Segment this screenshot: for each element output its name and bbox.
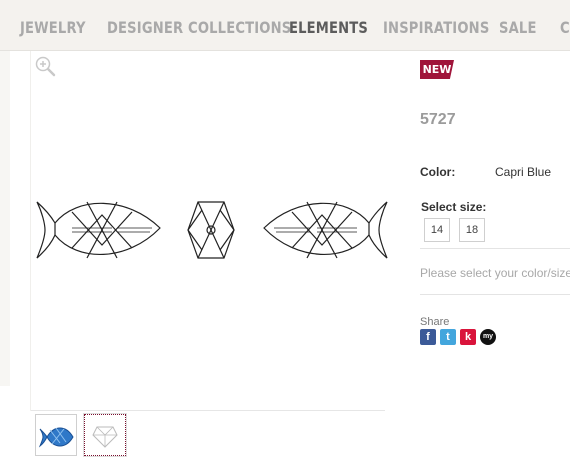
- facebook-icon[interactable]: f: [420, 329, 436, 345]
- nav-item-elements[interactable]: ELEMENTS: [289, 18, 368, 37]
- twitter-icon[interactable]: t: [440, 329, 456, 345]
- nav-item-jewelry[interactable]: JEWELRY: [20, 18, 86, 37]
- thumbnail-drawing[interactable]: [83, 413, 127, 457]
- product-sku: 5727: [420, 111, 456, 128]
- nav-item-truncated[interactable]: C: [560, 18, 570, 37]
- product-technical-drawing: [36, 201, 388, 259]
- top-navigation: JEWELRY DESIGNER COLLECTIONS ELEMENTS IN…: [0, 0, 570, 51]
- blue-fish-bead-image: [38, 427, 74, 448]
- nav-item-sale[interactable]: SALE: [499, 18, 537, 37]
- size-option-18[interactable]: 18: [459, 218, 485, 242]
- nav-item-designer-collections[interactable]: DESIGNER COLLECTIONS: [107, 18, 291, 37]
- zoom-in-icon[interactable]: [34, 55, 56, 77]
- thumbnail-divider: [31, 410, 385, 411]
- new-badge: NEW: [420, 60, 454, 79]
- fish-front-view: [187, 201, 235, 259]
- color-value: Capri Blue: [495, 165, 552, 179]
- gallery-left-border: [30, 51, 31, 411]
- size-label: Select size:: [421, 200, 487, 214]
- selection-prompt: Please select your color/size: [420, 266, 570, 280]
- bead-drawing-image: [92, 426, 118, 448]
- divider: [420, 294, 570, 295]
- thumbnail-photo[interactable]: [35, 414, 77, 456]
- fish-side-view-right: [263, 201, 388, 259]
- share-label: Share: [420, 316, 450, 328]
- myspace-icon[interactable]: my: [480, 329, 496, 345]
- left-gutter: [0, 51, 10, 386]
- size-option-14[interactable]: 14: [424, 218, 450, 242]
- kaboodle-icon[interactable]: k: [460, 329, 476, 345]
- color-label: Color:: [420, 165, 456, 179]
- fish-side-view-left: [36, 201, 161, 259]
- nav-item-inspirations[interactable]: INSPIRATIONS: [383, 18, 489, 37]
- divider: [420, 248, 570, 249]
